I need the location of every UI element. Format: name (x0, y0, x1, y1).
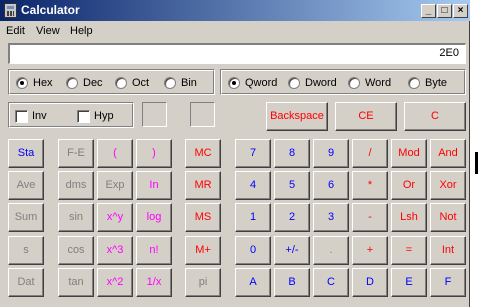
checkbox-hyp-box[interactable] (77, 110, 90, 123)
key-x-pow-3-button[interactable]: x^3 (97, 236, 133, 265)
radio-qword-label: Qword (245, 77, 278, 89)
calculator-icon (4, 3, 17, 18)
key-n-fact-button[interactable]: n! (136, 236, 172, 265)
radio-hex-label: Hex (33, 77, 53, 89)
key-exp-button[interactable]: Exp (97, 171, 133, 200)
window-edge-marker (475, 152, 478, 174)
key-2-button[interactable]: 2 (274, 203, 310, 232)
key-plus-button[interactable]: + (352, 236, 388, 265)
key-ms-button[interactable]: MS (185, 203, 221, 232)
key-pi-button[interactable]: pi (185, 268, 221, 297)
key-1-button[interactable]: 1 (235, 203, 271, 232)
key-3-button[interactable]: 3 (313, 203, 349, 232)
key-mc-button[interactable]: MC (185, 139, 221, 168)
radio-word-indicator[interactable] (348, 77, 360, 89)
radio-dword-indicator[interactable] (288, 77, 300, 89)
radix-group: Hex Dec Oct Bin (8, 69, 215, 95)
key-s-button[interactable]: s (8, 236, 44, 265)
key-sta-button[interactable]: Sta (8, 139, 44, 168)
close-button[interactable]: × (453, 4, 468, 18)
menu-bar: Edit View Help (0, 22, 470, 40)
key-not-button[interactable]: Not (430, 203, 466, 232)
radio-qword-indicator[interactable] (228, 77, 240, 89)
key-dot-button[interactable]: . (313, 236, 349, 265)
radio-oct-indicator[interactable] (115, 77, 127, 89)
key-x-pow-2-button[interactable]: x^2 (97, 268, 133, 297)
key-1divx-button[interactable]: 1/x (136, 268, 172, 297)
key-0-button[interactable]: 0 (235, 236, 271, 265)
checkbox-inv-box[interactable] (15, 110, 28, 123)
key-9-button[interactable]: 9 (313, 139, 349, 168)
key-cos-button[interactable]: cos (58, 236, 94, 265)
radio-byte-label: Byte (425, 77, 448, 89)
key-minus-button[interactable]: - (352, 203, 388, 232)
menu-view[interactable]: View (36, 25, 60, 37)
key-mod-button[interactable]: Mod (391, 139, 427, 168)
key-and-button[interactable]: And (430, 139, 466, 168)
key-in-button[interactable]: In (136, 171, 172, 200)
key-f-button[interactable]: F (430, 268, 466, 297)
key-mplus-button[interactable]: M+ (185, 236, 221, 265)
key-tan-button[interactable]: tan (58, 268, 94, 297)
key-8-button[interactable]: 8 (274, 139, 310, 168)
key-x-pow-y-button[interactable]: x^y (97, 203, 133, 232)
key-dat-button[interactable]: Dat (8, 268, 44, 297)
key-sin-button[interactable]: sin (58, 203, 94, 232)
key-log-button[interactable]: log (136, 203, 172, 232)
key-e-button[interactable]: E (391, 268, 427, 297)
key-6-button[interactable]: 6 (313, 171, 349, 200)
display-field[interactable]: 2E0 (8, 43, 466, 64)
minimize-button[interactable]: _ (421, 4, 436, 18)
radio-oct-label: Oct (132, 77, 150, 89)
key-ave-button[interactable]: Ave (8, 171, 44, 200)
key-or-button[interactable]: Or (391, 171, 427, 200)
parenthesis-indicator (142, 102, 167, 127)
radio-bin-indicator[interactable] (164, 77, 176, 89)
key-c-button[interactable]: C (313, 268, 349, 297)
menu-edit[interactable]: Edit (6, 25, 25, 37)
checkbox-inv-label: Inv (32, 110, 47, 122)
title-bar: Calculator _ □ × (0, 0, 470, 21)
key-lsh-button[interactable]: Lsh (391, 203, 427, 232)
key-dms-button[interactable]: dms (58, 171, 94, 200)
radio-dec-label: Dec (83, 77, 103, 89)
word-size-group: Qword Dword Word Byte (220, 69, 466, 95)
radio-dword-label: Dword (305, 77, 337, 89)
key-b-button[interactable]: B (274, 268, 310, 297)
radio-word-label: Word (365, 77, 392, 89)
backspace-button[interactable]: Backspace (266, 102, 328, 131)
menu-help[interactable]: Help (70, 25, 93, 37)
calculator-window: Calculator _ □ × Edit View Help 2E0 Hex … (0, 0, 470, 307)
memory-indicator (190, 102, 215, 127)
key-d-button[interactable]: D (352, 268, 388, 297)
maximize-button[interactable]: □ (437, 4, 452, 18)
radio-hex-indicator[interactable] (16, 77, 28, 89)
radio-bin-label: Bin (181, 77, 197, 89)
key-equals-button[interactable]: = (391, 236, 427, 265)
c-button[interactable]: C (404, 102, 466, 131)
key-f-e-button[interactable]: F-E (58, 139, 94, 168)
ce-button[interactable]: CE (335, 102, 397, 131)
key-7-button[interactable]: 7 (235, 139, 271, 168)
inv-hyp-group: Inv Hyp (8, 102, 134, 128)
key-4-button[interactable]: 4 (235, 171, 271, 200)
radio-byte-indicator[interactable] (408, 77, 420, 89)
key-mr-button[interactable]: MR (185, 171, 221, 200)
window-title: Calculator (21, 3, 80, 17)
key-mul-button[interactable]: * (352, 171, 388, 200)
key-sum-button[interactable]: Sum (8, 203, 44, 232)
key-a-button[interactable]: A (235, 268, 271, 297)
key-lparen-button[interactable]: ( (97, 139, 133, 168)
key-plusdivminus-button[interactable]: +/- (274, 236, 310, 265)
key-5-button[interactable]: 5 (274, 171, 310, 200)
key-int-button[interactable]: Int (430, 236, 466, 265)
checkbox-hyp-label: Hyp (94, 110, 114, 122)
key-div-button[interactable]: / (352, 139, 388, 168)
key-xor-button[interactable]: Xor (430, 171, 466, 200)
key-rparen-button[interactable]: ) (136, 139, 172, 168)
radio-dec-indicator[interactable] (66, 77, 78, 89)
